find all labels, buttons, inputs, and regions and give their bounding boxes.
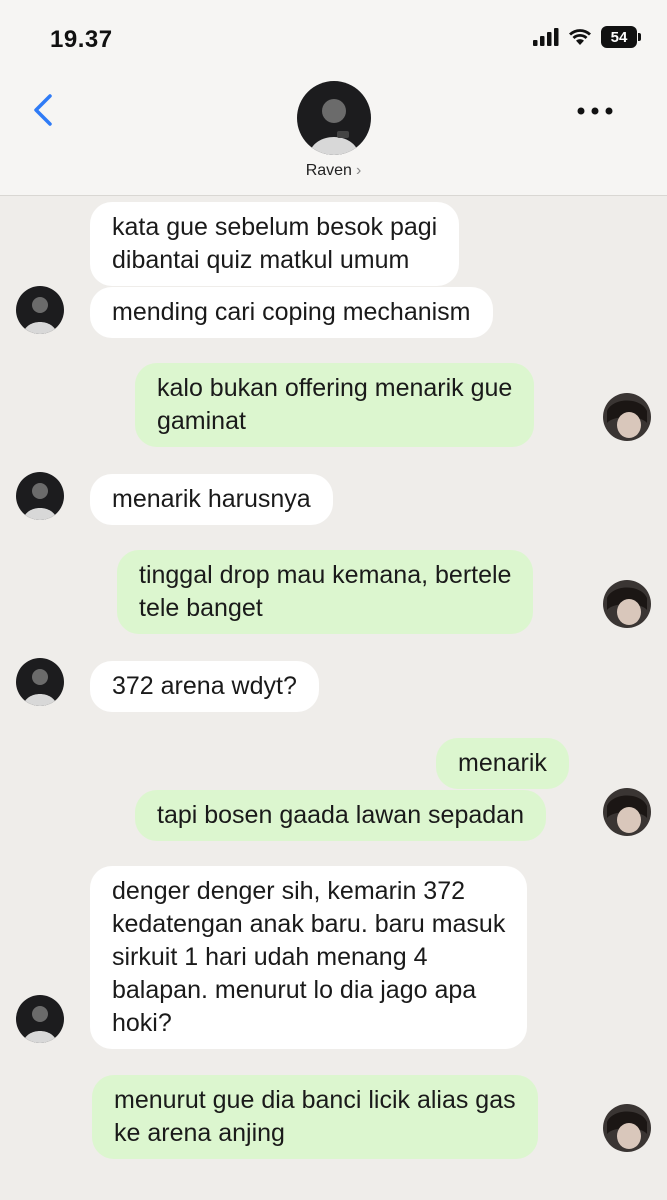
- message-bubble-outgoing[interactable]: tapi bosen gaada lawan sepadan: [135, 790, 546, 841]
- sender-avatar: [16, 472, 64, 520]
- own-avatar: [603, 1104, 651, 1152]
- contact-avatar[interactable]: [297, 81, 371, 155]
- wifi-icon: [569, 29, 591, 45]
- message-line: 372 arena wdyt?: [112, 672, 297, 700]
- message-bubble-incoming[interactable]: denger denger sih, kemarin 372 kedatenga…: [90, 866, 528, 1049]
- message-bubble-outgoing[interactable]: menarik: [436, 738, 569, 789]
- message-line: gaminat: [157, 407, 246, 435]
- message-bubble-incoming[interactable]: menarik harusnya: [90, 474, 333, 525]
- battery-icon: 54: [601, 26, 641, 48]
- message-bubble-incoming[interactable]: 372 arena wdyt?: [90, 661, 319, 712]
- message-line: tinggal drop mau kemana, bertele: [139, 561, 512, 589]
- contact-name: Raven: [305, 162, 352, 179]
- message-line: hoki?: [112, 1009, 172, 1037]
- back-button[interactable]: [28, 90, 58, 130]
- back-chevron-icon: [34, 94, 52, 126]
- sender-avatar: [16, 995, 64, 1043]
- more-dots-icon: [577, 107, 613, 115]
- message-line: dibantai quiz matkul umum: [112, 246, 410, 274]
- message-line: tapi bosen gaada lawan sepadan: [157, 801, 524, 829]
- message-line: mending cari coping mechanism: [112, 298, 471, 326]
- message-bubble-incoming[interactable]: kata gue sebelum besok pagi dibantai qui…: [90, 202, 460, 286]
- chevron-right-icon: ›: [355, 162, 362, 179]
- message-line: kata gue sebelum besok pagi: [112, 213, 438, 241]
- message-line: menurut gue dia banci licik alias gas: [114, 1086, 516, 1114]
- sender-avatar: [16, 286, 64, 334]
- message-bubble-outgoing[interactable]: menurut gue dia banci licik alias gas ke…: [92, 1075, 538, 1159]
- message-line: menarik harusnya: [112, 485, 311, 513]
- own-avatar: [603, 580, 651, 628]
- message-bubble-incoming[interactable]: mending cari coping mechanism: [90, 287, 493, 338]
- message-line: ke arena anjing: [114, 1119, 285, 1147]
- more-options-button[interactable]: [575, 104, 615, 118]
- message-line: kedatengan anak baru. baru masuk: [112, 910, 506, 938]
- message-line: kalo bukan offering menarik gue: [157, 374, 513, 402]
- chat-header: 19.37 54 Raven ›: [0, 0, 667, 196]
- message-line: sirkuit 1 hari udah menang 4: [112, 943, 428, 971]
- message-line: denger denger sih, kemarin 372: [112, 877, 466, 905]
- signal-icon: [533, 28, 559, 46]
- message-line: balapan. menurut lo dia jago apa: [112, 976, 477, 1004]
- own-avatar: [603, 393, 651, 441]
- message-bubble-outgoing[interactable]: kalo bukan offering menarik gue gaminat: [135, 363, 535, 447]
- message-bubble-outgoing[interactable]: tinggal drop mau kemana, bertele tele ba…: [117, 550, 534, 634]
- status-icons: 54: [533, 26, 641, 48]
- status-time: 19.37: [50, 26, 113, 53]
- sender-avatar: [16, 658, 64, 706]
- contact-name-button[interactable]: Raven ›: [0, 162, 667, 180]
- message-line: menarik: [458, 749, 547, 777]
- battery-level: 54: [610, 28, 628, 46]
- own-avatar: [603, 788, 651, 836]
- message-line: tele banget: [139, 594, 263, 622]
